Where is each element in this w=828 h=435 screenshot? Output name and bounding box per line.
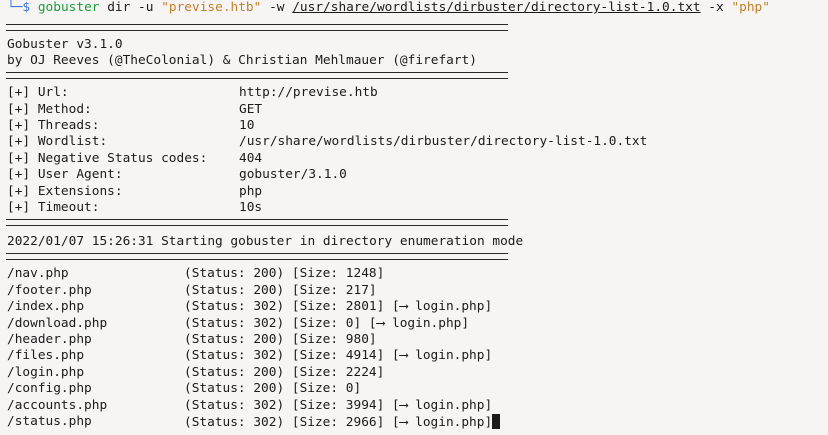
- command-tool: gobuster: [37, 0, 100, 15]
- config-value-user-agent: gobuster/3.1.0: [239, 167, 347, 182]
- config-value-threads: 10: [239, 118, 255, 133]
- config-key-url: [+] Url:: [7, 85, 69, 100]
- separator: [6, 219, 508, 226]
- config-key-timeout: [+] Timeout:: [7, 200, 100, 215]
- result-info-text: (Status: 302) [Size: 2966] [⟶ login.php]: [184, 415, 493, 430]
- result-info: (Status: 200) [Size: 0]: [184, 381, 362, 396]
- result-path: /login.php: [7, 365, 85, 380]
- result-path: /files.php: [7, 348, 85, 363]
- result-info: (Status: 200) [Size: 2224]: [184, 365, 385, 380]
- command-line: └─$ gobuster dir -u "previse.htb" -w /us…: [7, 0, 770, 17]
- config-key-method: [+] Method:: [7, 102, 92, 117]
- config-key-negative-status: [+] Negative Status codes:: [7, 151, 208, 166]
- config-value-timeout: 10s: [239, 200, 263, 215]
- command-flag-u: -u: [138, 0, 154, 15]
- result-path: /header.php: [7, 332, 92, 347]
- result-path: /index.php: [7, 299, 85, 314]
- result-info: (Status: 200) [Size: 217]: [184, 283, 377, 298]
- result-info: (Status: 302) [Size: 4914] [⟶ login.php]: [184, 348, 493, 363]
- result-path: /footer.php: [7, 283, 92, 298]
- text-cursor: [492, 414, 501, 429]
- config-key-user-agent: [+] User Agent:: [7, 167, 123, 182]
- command-flag-x: -x: [708, 0, 724, 15]
- separator: [6, 24, 508, 31]
- result-path: /config.php: [7, 381, 92, 396]
- command-url-arg: "previse.htb": [161, 0, 262, 15]
- separator: [6, 253, 508, 260]
- banner-version: Gobuster v3.1.0: [7, 37, 123, 52]
- start-message: 2022/01/07 15:26:31 Starting gobuster in…: [7, 234, 524, 249]
- terminal-window[interactable]: └─$ gobuster dir -u "previse.htb" -w /us…: [0, 0, 828, 435]
- result-info: (Status: 200) [Size: 980]: [184, 332, 377, 347]
- result-path: /download.php: [7, 316, 108, 331]
- separator: [6, 72, 508, 79]
- result-path: /nav.php: [7, 266, 69, 281]
- result-info: (Status: 302) [Size: 2966] [⟶ login.php]: [184, 414, 501, 432]
- result-info: (Status: 302) [Size: 0] [⟶ login.php]: [184, 316, 470, 331]
- prompt-glyph: └─$: [7, 0, 31, 15]
- config-value-url: http://previse.htb: [239, 85, 378, 100]
- config-value-negative-status: 404: [239, 151, 263, 166]
- config-key-wordlist: [+] Wordlist:: [7, 134, 108, 149]
- command-wordlist-arg: /usr/share/wordlists/dirbuster/directory…: [292, 0, 701, 15]
- command-subcommand: dir: [107, 0, 131, 15]
- result-path: /accounts.php: [7, 398, 108, 413]
- config-value-wordlist: /usr/share/wordlists/dirbuster/directory…: [239, 134, 648, 149]
- command-ext-arg: "php": [731, 0, 770, 15]
- config-value-method: GET: [239, 102, 263, 117]
- config-key-extensions: [+] Extensions:: [7, 184, 123, 199]
- config-key-threads: [+] Threads:: [7, 118, 100, 133]
- command-flag-w: -w: [269, 0, 285, 15]
- result-info: (Status: 302) [Size: 3994] [⟶ login.php]: [184, 398, 493, 413]
- result-path: /status.php: [7, 414, 92, 429]
- result-info: (Status: 302) [Size: 2801] [⟶ login.php]: [184, 299, 493, 314]
- config-value-extensions: php: [239, 184, 263, 199]
- banner-authors: by OJ Reeves (@TheColonial) & Christian …: [7, 53, 477, 68]
- result-info: (Status: 200) [Size: 1248]: [184, 266, 385, 281]
